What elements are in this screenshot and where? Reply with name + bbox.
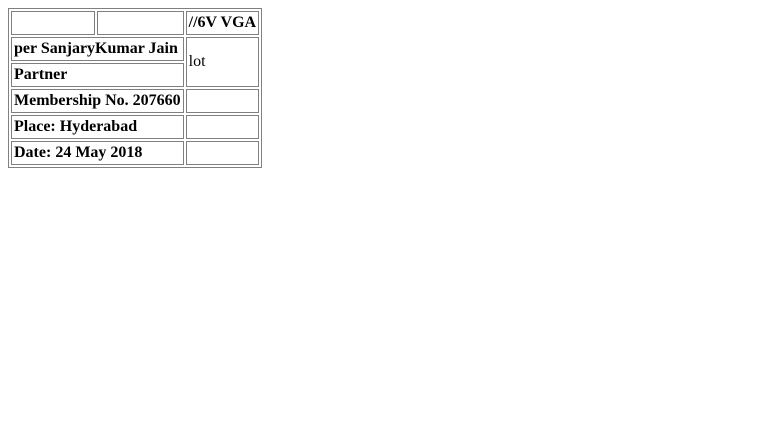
signatory-name-cell: per SanjaryKumar Jain: [11, 37, 184, 61]
empty-cell: [185, 141, 260, 165]
empty-cell: [185, 115, 260, 139]
header-code-cell: //6V VGA: [185, 11, 260, 35]
signature-table: //6V VGA per SanjaryKumar Jain lot Partn…: [8, 8, 263, 168]
table-row: Place: Hyderabad: [11, 115, 260, 139]
empty-cell: [97, 11, 184, 35]
table-row: Date: 24 May 2018: [11, 141, 260, 165]
empty-cell: [11, 11, 96, 35]
merged-note-cell: lot: [185, 37, 260, 87]
table-row: //6V VGA: [11, 11, 260, 35]
date-cell: Date: 24 May 2018: [11, 141, 184, 165]
membership-number-cell: Membership No. 207660: [11, 89, 184, 113]
designation-cell: Partner: [11, 63, 184, 87]
empty-cell: [185, 89, 260, 113]
table-row: Membership No. 207660: [11, 89, 260, 113]
table-row: per SanjaryKumar Jain lot: [11, 37, 260, 87]
place-cell: Place: Hyderabad: [11, 115, 184, 139]
